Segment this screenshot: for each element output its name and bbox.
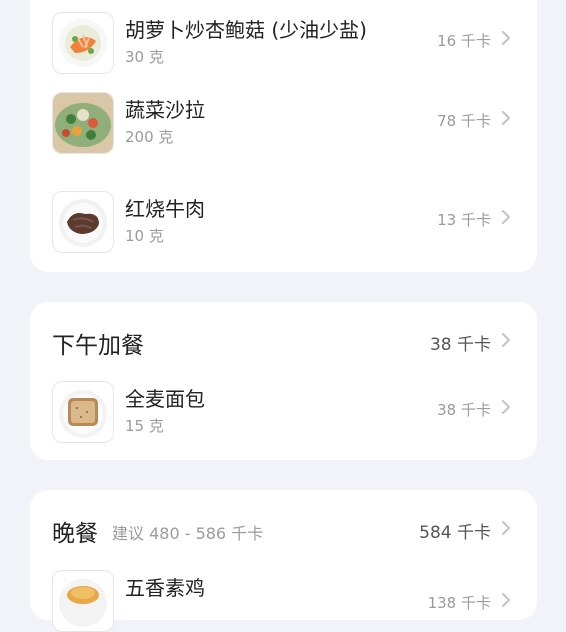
food-calories: 16 千卡 [437, 32, 491, 50]
food-item-carrot-mushroom[interactable]: 胡萝卜炒杏鲍菇 (少油少盐) 30 克 16 千卡 [30, 10, 537, 74]
food-quantity: 30 克 [125, 48, 164, 66]
food-item-salad[interactable]: 蔬菜沙拉 200 克 78 千卡 [30, 90, 537, 154]
dinner-card: 晚餐 建议 480 - 586 千卡 584 千卡 五香素鸡 138 千卡 [30, 490, 537, 632]
food-item-five-spice-tofu[interactable]: 五香素鸡 138 千卡 [30, 568, 537, 632]
meal-calories: 38 千卡 [429, 335, 491, 355]
food-item-braised-beef[interactable]: 红烧牛肉 10 克 13 千卡 [30, 189, 537, 253]
braised-beef-icon [52, 191, 114, 253]
carrot-mushroom-dish-icon [52, 12, 114, 74]
chevron-right-icon [499, 110, 513, 126]
food-name: 五香素鸡 [125, 576, 205, 600]
food-calories: 13 千卡 [437, 211, 491, 229]
food-quantity: 200 克 [125, 128, 174, 146]
five-spice-tofu-icon [52, 570, 114, 632]
chevron-right-icon [499, 520, 513, 536]
chevron-right-icon [499, 332, 513, 348]
vegetable-salad-icon [52, 92, 114, 154]
food-name: 红烧牛肉 [125, 197, 205, 221]
lunch-card: 胡萝卜炒杏鲍菇 (少油少盐) 30 克 16 千卡 蔬菜沙拉 200 克 78 … [30, 0, 537, 272]
whole-wheat-bread-icon [52, 381, 114, 443]
chevron-right-icon [499, 399, 513, 415]
meal-title: 晚餐 [52, 521, 98, 547]
food-calories: 78 千卡 [437, 112, 491, 130]
chevron-right-icon [499, 592, 513, 608]
food-quantity: 15 克 [125, 417, 164, 435]
meal-suggestion: 建议 480 - 586 千卡 [112, 524, 264, 543]
food-name: 胡萝卜炒杏鲍菇 (少油少盐) [125, 18, 367, 42]
chevron-right-icon [499, 209, 513, 225]
food-item-bread[interactable]: 全麦面包 15 克 38 千卡 [30, 379, 537, 443]
meal-calories: 584 千卡 [419, 523, 491, 543]
snack-card: 下午加餐 38 千卡 全麦面包 15 克 38 千卡 [30, 302, 537, 460]
dinner-header[interactable]: 晚餐 建议 480 - 586 千卡 584 千卡 [52, 514, 537, 550]
food-name: 全麦面包 [125, 387, 205, 411]
snack-header[interactable]: 下午加餐 38 千卡 [52, 326, 537, 362]
food-calories: 38 千卡 [437, 401, 491, 419]
meal-title: 下午加餐 [52, 333, 144, 359]
food-calories: 138 千卡 [427, 594, 491, 612]
chevron-right-icon [499, 30, 513, 46]
food-quantity: 10 克 [125, 227, 164, 245]
food-name: 蔬菜沙拉 [125, 98, 205, 122]
